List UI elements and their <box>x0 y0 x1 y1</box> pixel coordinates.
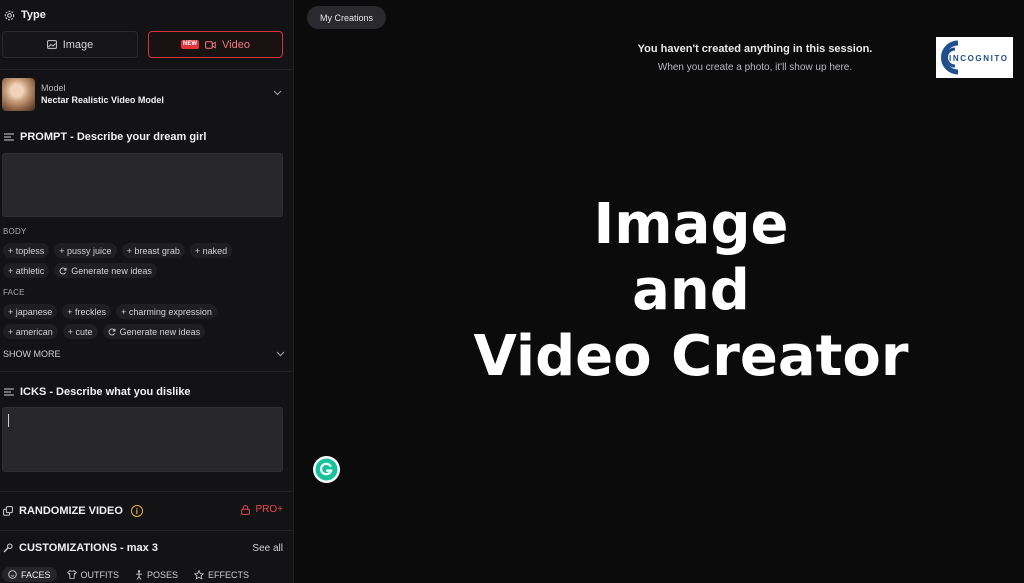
shirt-icon <box>66 570 77 579</box>
face-caption: FACE <box>3 288 25 297</box>
video-camera-icon <box>205 40 216 49</box>
overlay-line-1: Image <box>593 192 789 257</box>
grammarly-icon <box>315 458 338 481</box>
body-chip[interactable]: + breast grab <box>121 243 185 258</box>
body-generate-ideas-button[interactable]: Generate new ideas <box>54 263 157 278</box>
image-icon <box>46 40 57 49</box>
show-more-toggle[interactable]: SHOW MORE <box>3 349 285 359</box>
text-caret <box>8 414 9 427</box>
customizations-header: CUSTOMIZATIONS - max 3 See all <box>3 542 285 554</box>
divider <box>0 491 293 492</box>
face-chip[interactable]: + charming expression <box>116 304 217 319</box>
prompt-textarea[interactable] <box>2 153 283 217</box>
settings-icon <box>4 10 15 21</box>
lock-icon <box>241 504 251 515</box>
tab-poses-label: POSES <box>147 569 179 580</box>
face-chip[interactable]: + american <box>3 324 58 339</box>
divider <box>0 371 293 372</box>
tab-faces[interactable]: FACES <box>2 567 57 582</box>
overlay-line-3: Video Creator <box>473 324 909 389</box>
lines-icon <box>4 133 14 141</box>
tab-poses[interactable]: POSES <box>129 567 184 582</box>
info-icon[interactable]: i <box>130 505 143 517</box>
tab-outfits[interactable]: OUTFITS <box>61 567 126 582</box>
body-chip[interactable]: + topless <box>3 243 50 258</box>
icks-textarea[interactable] <box>2 407 283 472</box>
my-creations-button[interactable]: My Creations <box>307 6 386 29</box>
model-selector[interactable]: Model Nectar Realistic Video Model <box>2 76 288 112</box>
overlay-title: Image and Video Creator <box>436 192 946 390</box>
face-chips-row-1: + japanese + freckles + charming express… <box>3 304 217 319</box>
pro-plus-badge[interactable]: PRO+ <box>241 504 283 515</box>
generator-sidebar: Type Image NEW Video Model Nectar Realis… <box>0 0 294 583</box>
body-caption: BODY <box>3 227 27 236</box>
face-chip[interactable]: + cute <box>62 324 98 339</box>
type-video-label: Video <box>222 38 250 51</box>
face-chip[interactable]: + freckles <box>62 304 112 319</box>
show-more-label: SHOW MORE <box>3 349 61 359</box>
prompt-title: PROMPT - Describe your dream girl <box>20 131 207 143</box>
customization-tabs: FACES OUTFITS POSES EFFECTS <box>2 567 255 582</box>
tab-outfits-label: OUTFITS <box>80 569 120 580</box>
type-image-label: Image <box>62 38 94 51</box>
empty-state-subtitle: When you create a photo, it'll show up h… <box>657 62 853 73</box>
lines-icon <box>4 388 14 396</box>
body-chip[interactable]: + pussy juice <box>54 243 117 258</box>
dice-icon <box>3 506 13 516</box>
model-avatar <box>2 77 35 111</box>
icks-title: ICKS - Describe what you dislike <box>20 386 191 398</box>
pose-icon <box>135 569 143 580</box>
grammarly-button[interactable] <box>313 456 340 483</box>
type-image-button[interactable]: Image <box>2 31 138 58</box>
body-chip[interactable]: + naked <box>189 243 233 258</box>
tab-effects-label: EFFECTS <box>208 569 250 580</box>
divider <box>0 69 293 70</box>
incognito-logo: INCOGNITO <box>936 37 1013 78</box>
wrench-icon <box>3 543 13 553</box>
overlay-line-2: and <box>632 258 750 323</box>
body-generate-ideas-label: Generate new ideas <box>71 265 152 276</box>
body-chip[interactable]: + athletic <box>3 263 50 278</box>
face-chips-row-2: + american + cute Generate new ideas <box>3 324 206 339</box>
model-name: Nectar Realistic Video Model <box>41 95 164 105</box>
type-title: Type <box>21 9 46 21</box>
icks-header: ICKS - Describe what you dislike <box>4 386 191 398</box>
see-all-link[interactable]: See all <box>252 543 283 554</box>
refresh-icon <box>108 328 116 336</box>
type-video-button[interactable]: NEW Video <box>148 31 283 58</box>
chevron-down-icon <box>276 349 285 359</box>
face-generate-ideas-label: Generate new ideas <box>119 326 201 337</box>
face-generate-ideas-button[interactable]: Generate new ideas <box>102 324 206 339</box>
refresh-icon <box>59 267 67 275</box>
randomize-video-row[interactable]: RANDOMIZE VIDEO i PRO+ <box>3 503 285 519</box>
model-caption: Model <box>41 83 66 93</box>
face-icon <box>8 570 17 579</box>
chevron-down-icon[interactable] <box>273 88 282 99</box>
tab-effects[interactable]: EFFECTS <box>188 567 255 582</box>
new-badge: NEW <box>181 40 200 49</box>
tab-faces-label: FACES <box>21 569 51 580</box>
empty-state-title: You haven't created anything in this ses… <box>637 43 873 55</box>
type-header: Type <box>4 9 46 21</box>
face-chip[interactable]: + japanese <box>3 304 58 319</box>
pro-plus-label: PRO+ <box>255 504 283 515</box>
divider <box>0 530 293 531</box>
prompt-header: PROMPT - Describe your dream girl <box>4 131 206 143</box>
randomize-video-label: RANDOMIZE VIDEO <box>19 505 123 517</box>
body-chips-row-1: + topless + pussy juice + breast grab + … <box>3 243 233 258</box>
customizations-title: CUSTOMIZATIONS - max 3 <box>19 542 158 554</box>
star-icon <box>194 569 205 580</box>
svg-text:INCOGNITO: INCOGNITO <box>949 54 1009 63</box>
body-chips-row-2: + athletic Generate new ideas <box>3 263 157 278</box>
